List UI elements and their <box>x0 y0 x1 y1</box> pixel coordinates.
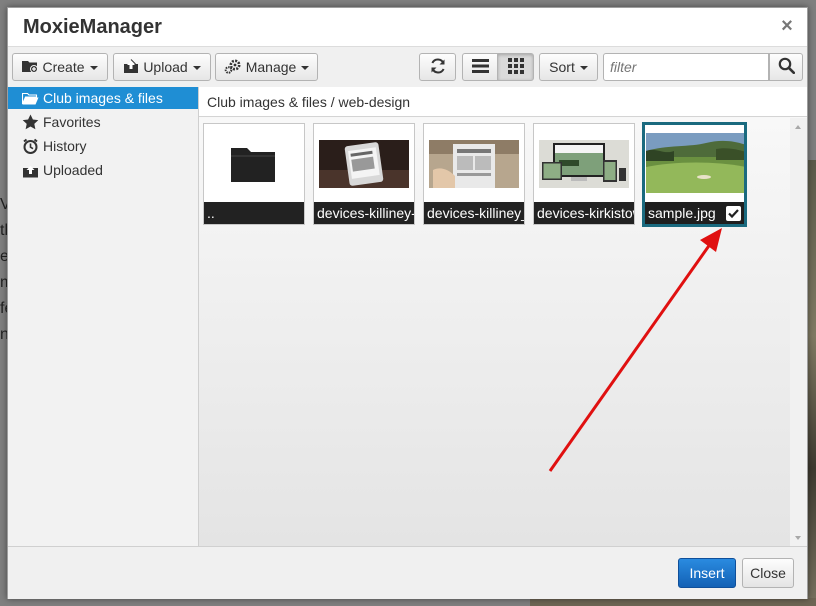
sort-label: Sort <box>549 59 575 75</box>
list-view-button[interactable] <box>462 53 498 81</box>
file-tile[interactable]: devices-killiney_ <box>423 123 525 225</box>
thumbnail-view-button[interactable] <box>497 53 534 81</box>
sidebar-item-club-images[interactable]: Club images & files <box>8 87 198 109</box>
clock-icon <box>22 138 39 154</box>
dialog-titlebar: MoxieManager × <box>8 8 807 46</box>
sidebar: Club images & files Favorites History Up… <box>8 87 199 546</box>
search-button[interactable] <box>769 53 803 81</box>
gears-icon <box>224 58 242 77</box>
image-thumbnail <box>429 140 519 188</box>
file-browser: Club images & files / web-design .. devi… <box>199 87 807 546</box>
create-button[interactable]: Create <box>12 53 108 81</box>
file-tile-parent-folder[interactable]: .. <box>203 123 305 225</box>
upload-button[interactable]: Upload <box>113 53 211 81</box>
sidebar-item-history[interactable]: History <box>8 135 198 157</box>
upload-label: Upload <box>143 59 188 75</box>
file-tile[interactable]: devices-killiney- <box>313 123 415 225</box>
chevron-down-icon <box>192 65 201 70</box>
create-label: Create <box>42 59 85 75</box>
filter-input[interactable] <box>603 53 769 81</box>
manage-label: Manage <box>245 59 297 75</box>
folder-icon <box>229 142 279 186</box>
breadcrumb: Club images & files / web-design <box>199 87 807 117</box>
refresh-icon <box>429 57 447 78</box>
scroll-up-icon[interactable] <box>795 125 801 129</box>
close-button[interactable]: Close <box>742 558 794 588</box>
moxiemanager-dialog: MoxieManager × Create Upload Manage Sort… <box>7 7 808 599</box>
image-thumbnail <box>319 140 409 188</box>
sidebar-item-label: History <box>43 138 87 154</box>
manage-button[interactable]: Manage <box>215 53 318 81</box>
vertical-scrollbar[interactable] <box>790 118 807 546</box>
dialog-footer: Insert Close <box>8 546 807 599</box>
chevron-down-icon <box>301 65 310 70</box>
file-tile-selected[interactable]: sample.jpg <box>642 122 747 227</box>
sort-button[interactable]: Sort <box>539 53 598 81</box>
star-icon <box>22 114 39 130</box>
file-name: devices-killiney- <box>314 202 414 224</box>
search-icon <box>778 57 795 77</box>
checkmark-icon[interactable] <box>726 206 741 221</box>
image-thumbnail <box>539 140 629 188</box>
sidebar-item-label: Club images & files <box>43 90 163 106</box>
refresh-button[interactable] <box>419 53 456 81</box>
sidebar-item-label: Uploaded <box>43 162 103 178</box>
list-view-icon <box>471 58 489 76</box>
upload-icon <box>123 58 139 76</box>
toolbar: Create Upload Manage Sort filter <box>8 46 807 88</box>
grid-view-icon <box>507 57 524 77</box>
sidebar-item-label: Favorites <box>43 114 101 130</box>
file-name: .. <box>204 202 304 224</box>
file-name: devices-killiney_ <box>424 202 524 224</box>
folder-open-icon <box>21 90 39 106</box>
upload-icon <box>22 162 39 178</box>
file-grid: .. devices-killiney- devices-killiney_ d… <box>199 118 790 546</box>
new-file-icon <box>22 59 39 76</box>
dialog-title: MoxieManager <box>23 16 162 38</box>
chevron-down-icon <box>89 65 98 70</box>
file-tile[interactable]: devices-kirkistow <box>533 123 635 225</box>
image-thumbnail <box>646 133 744 193</box>
insert-button[interactable]: Insert <box>678 558 736 588</box>
chevron-down-icon <box>579 65 588 70</box>
sidebar-item-favorites[interactable]: Favorites <box>8 111 198 133</box>
scroll-down-icon[interactable] <box>795 536 801 540</box>
sidebar-item-uploaded[interactable]: Uploaded <box>8 159 198 181</box>
close-icon[interactable]: × <box>778 16 796 36</box>
file-name: devices-kirkistow <box>534 202 634 224</box>
background-photo-strip <box>530 598 816 606</box>
